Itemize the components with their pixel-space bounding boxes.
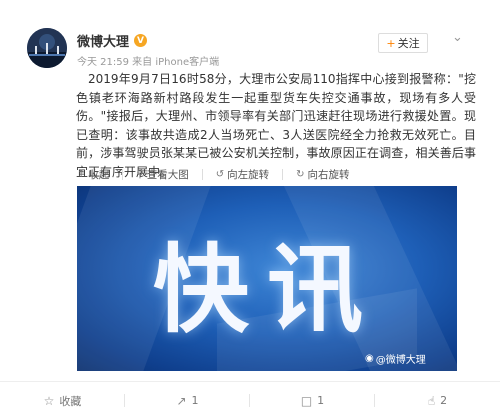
repost-button[interactable]: ↗ 1 bbox=[125, 382, 250, 419]
chevron-down-icon[interactable]: ⌄ bbox=[452, 30, 463, 45]
comment-count: 1 bbox=[317, 394, 325, 407]
rotate-right-label: 向右旋转 bbox=[307, 169, 350, 181]
post-meta: 今天 21:59 来自 iPhone客户端 bbox=[77, 57, 220, 68]
toolbar-divider bbox=[122, 169, 124, 180]
thumbs-up-icon: ☝ bbox=[427, 393, 436, 408]
verified-badge-icon: V bbox=[134, 34, 148, 47]
collapse-button[interactable]: ↑ 收起 bbox=[77, 167, 109, 182]
view-large-label: 查看大图 bbox=[146, 169, 189, 181]
view-large-button[interactable]: ⚲ 查看大图 bbox=[136, 167, 188, 182]
repost-icon: ↗ bbox=[176, 393, 187, 408]
post-text: 2019年9月7日16时58分，大理市公安局110指挥中心接到报警称："挖色镇老… bbox=[76, 72, 476, 179]
star-icon: ☆ bbox=[43, 393, 55, 408]
comment-icon: □ bbox=[300, 393, 313, 408]
weibo-logo-icon: ◉ bbox=[365, 353, 374, 364]
magnifier-icon: ⚲ bbox=[136, 169, 144, 180]
rotate-left-label: 向左旋转 bbox=[227, 169, 270, 181]
watermark-text: @微博大理 bbox=[375, 355, 426, 366]
avatar-image bbox=[27, 28, 67, 68]
rotate-left-icon: ↺ bbox=[215, 169, 225, 180]
rotate-right-icon: ↻ bbox=[296, 169, 305, 180]
like-count: 2 bbox=[440, 394, 448, 407]
image-watermark: ◉ @微博大理 bbox=[365, 351, 426, 366]
favorite-button[interactable]: ☆ 收藏 bbox=[0, 382, 125, 419]
avatar[interactable] bbox=[27, 28, 67, 68]
collapse-icon: ↑ bbox=[77, 169, 86, 180]
image-headline: 快讯 bbox=[153, 234, 381, 346]
action-bar: ☆ 收藏 ↗ 1 □ 1 ☝ 2 bbox=[0, 382, 500, 419]
toolbar-divider bbox=[282, 169, 284, 180]
follow-button-label: 关注 bbox=[397, 37, 420, 50]
collapse-label: 收起 bbox=[88, 169, 110, 181]
account-name[interactable]: 微博大理 bbox=[77, 31, 129, 50]
repost-count: 1 bbox=[191, 394, 199, 407]
comment-button[interactable]: □ 1 bbox=[250, 382, 375, 419]
toolbar-divider bbox=[201, 169, 203, 180]
rotate-left-button[interactable]: ↺ 向左旋转 bbox=[216, 167, 269, 182]
plus-icon: + bbox=[386, 36, 396, 50]
account-name-row: 微博大理 V bbox=[77, 31, 148, 50]
follow-button[interactable]: + 关注 bbox=[378, 33, 428, 53]
image-toolbar: ↑ 收起 ⚲ 查看大图 ↺ 向左旋转 ↻ 向右旋转 bbox=[77, 167, 363, 182]
news-image[interactable]: 快讯 ◉ @微博大理 bbox=[77, 186, 457, 371]
rotate-right-button[interactable]: ↻ 向右旋转 bbox=[296, 167, 349, 182]
favorite-label: 收藏 bbox=[59, 394, 82, 408]
like-button[interactable]: ☝ 2 bbox=[375, 382, 500, 419]
